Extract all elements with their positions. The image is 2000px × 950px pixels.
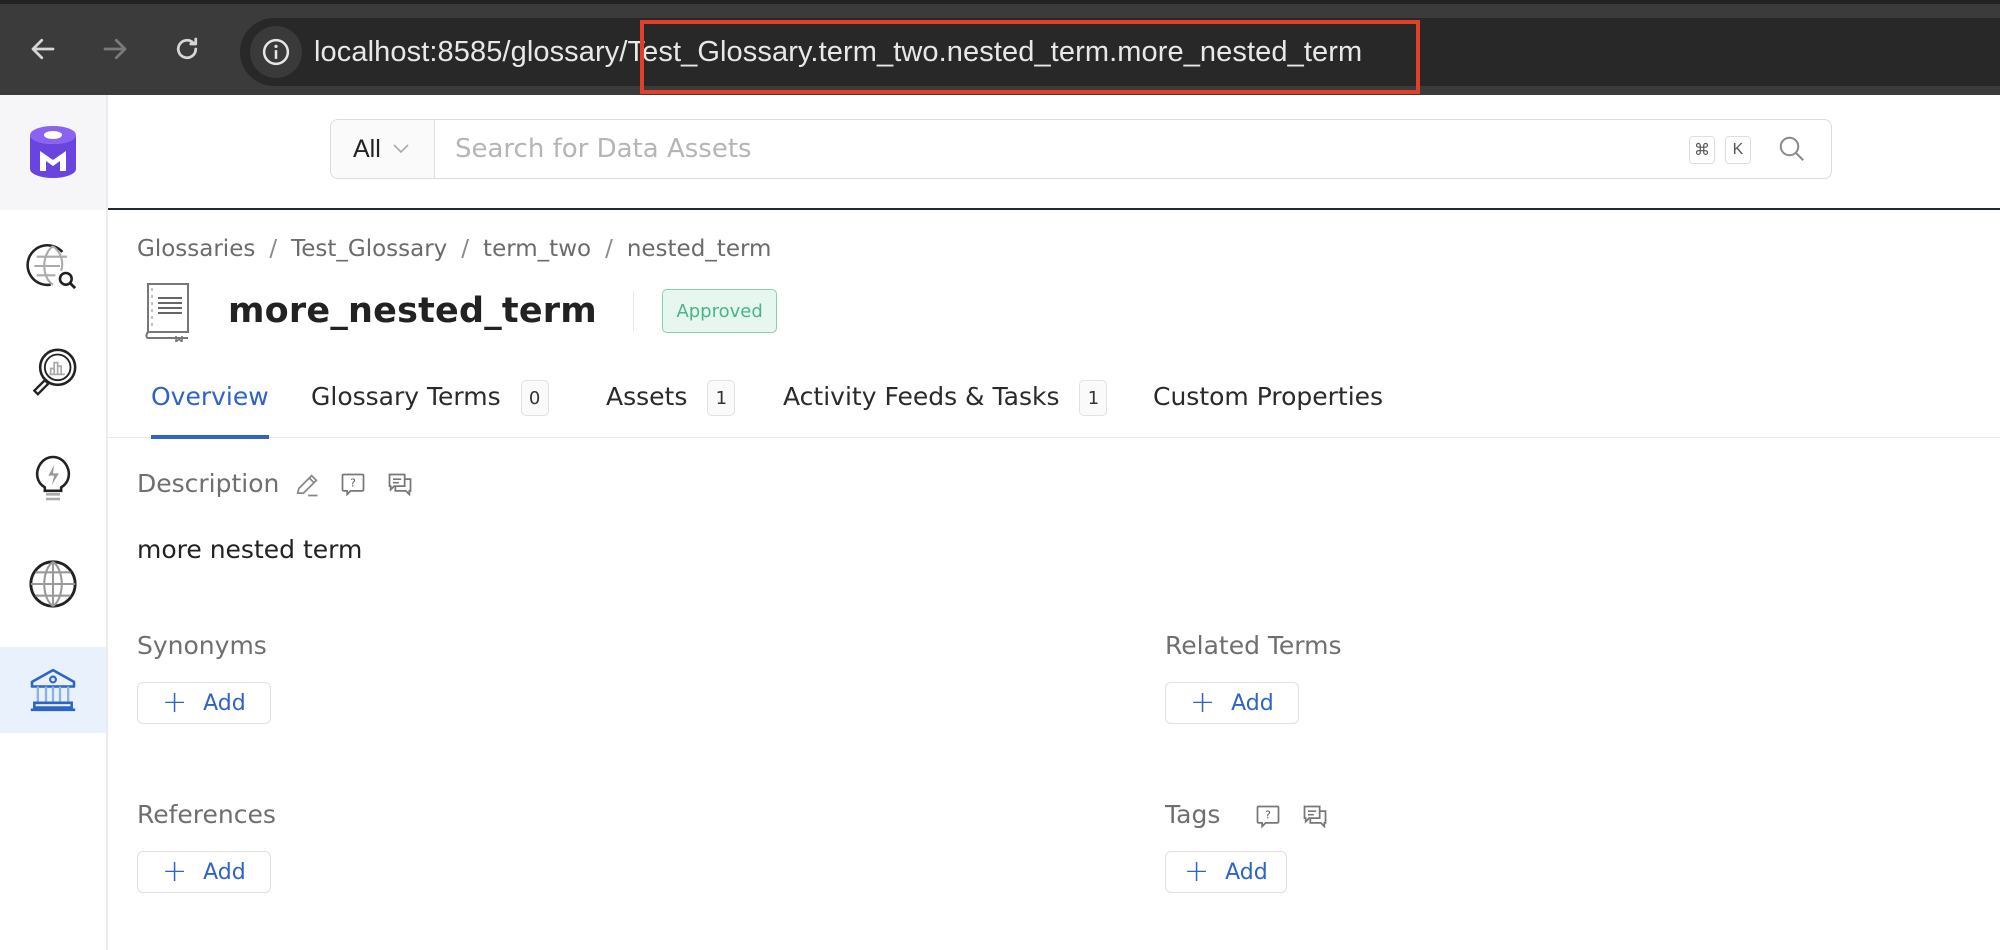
request-description-button[interactable]: ? [338, 470, 368, 500]
chevron-down-icon [393, 144, 409, 154]
add-tag-button[interactable]: + Add [1165, 851, 1287, 893]
left-sidebar [0, 95, 108, 950]
description-text: more nested term [137, 535, 363, 564]
globe-icon [29, 560, 77, 608]
sidebar-item-data-quality[interactable] [0, 329, 106, 415]
breadcrumb-separator: / [461, 236, 470, 262]
app-header: All ⌘ K [108, 95, 2000, 210]
plus-icon: + [162, 854, 188, 889]
add-synonym-button[interactable]: + Add [137, 682, 271, 724]
tab-overview[interactable]: Overview [151, 372, 269, 439]
back-button[interactable] [28, 34, 58, 64]
breadcrumb-separator: / [605, 236, 613, 262]
lightbulb-icon [35, 455, 71, 501]
svg-text:?: ? [1265, 810, 1271, 822]
tab-label: Custom Properties [1153, 382, 1384, 411]
tab-count-badge: 1 [707, 380, 736, 416]
term-header: more_nested_term Approved [142, 278, 777, 344]
tab-activity-feeds[interactable]: Activity Feeds & Tasks 1 [783, 372, 1108, 438]
question-bubble-icon: ? [1256, 805, 1280, 829]
plus-icon: + [1190, 685, 1216, 720]
tags-label: Tags [1165, 800, 1221, 829]
breadcrumb: Glossaries / Test_Glossary / term_two / … [137, 236, 771, 262]
tab-count-badge: 0 [520, 380, 549, 416]
search-button[interactable] [1777, 134, 1807, 169]
add-reference-button[interactable]: + Add [137, 851, 271, 893]
plus-icon: + [1184, 854, 1210, 889]
tab-count-badge: 1 [1079, 380, 1108, 416]
question-bubble-icon: ? [341, 473, 365, 497]
term-tabs: Overview Glossary Terms 0 Assets 1 Activ… [108, 372, 2000, 439]
page-title: more_nested_term [228, 291, 597, 331]
info-icon [262, 38, 290, 66]
url-path: Test_Glossary.term_two.nested_term.more_… [627, 36, 1363, 68]
synonyms-label: Synonyms [137, 631, 267, 660]
comments-icon [1303, 805, 1327, 829]
references-label: References [137, 800, 276, 829]
add-label: Add [1231, 690, 1274, 716]
tab-label: Activity Feeds & Tasks [783, 382, 1060, 411]
browser-toolbar: localhost:8585/glossary/Test_Glossary.te… [0, 0, 2000, 95]
tags-conversation-button[interactable] [1300, 802, 1330, 832]
sidebar-item-domains[interactable] [0, 541, 106, 627]
tab-assets[interactable]: Assets 1 [606, 372, 736, 438]
search-icon [1779, 136, 1804, 161]
sidebar-item-explore[interactable] [0, 223, 106, 309]
add-label: Add [203, 859, 246, 885]
glossary-term-book-icon [145, 283, 189, 342]
url-text[interactable]: localhost:8585/glossary/Test_Glossary.te… [314, 31, 1362, 73]
comments-icon [388, 473, 412, 497]
glossary-term-page: Glossaries / Test_Glossary / term_two / … [108, 212, 2000, 950]
breadcrumb-separator: / [269, 236, 278, 262]
edit-description-button[interactable] [292, 470, 322, 500]
breadcrumb-nested-term[interactable]: nested_term [627, 236, 772, 262]
global-search: All ⌘ K [330, 119, 1832, 179]
description-conversation-button[interactable] [385, 470, 415, 500]
add-related-term-button[interactable]: + Add [1165, 682, 1299, 724]
openmetadata-logo-icon [30, 125, 76, 178]
app-logo[interactable] [0, 95, 106, 210]
svg-text:?: ? [350, 478, 356, 490]
sidebar-item-insights[interactable] [0, 435, 106, 521]
breadcrumb-test-glossary[interactable]: Test_Glossary [291, 236, 447, 262]
arrow-left-icon [31, 38, 55, 60]
tab-label: Assets [606, 382, 688, 411]
forward-button[interactable] [100, 34, 130, 64]
status-badge: Approved [662, 289, 777, 333]
related-terms-label: Related Terms [1165, 631, 1342, 660]
tab-glossary-terms[interactable]: Glossary Terms 0 [311, 372, 549, 438]
search-input[interactable] [435, 120, 1689, 178]
add-label: Add [203, 690, 246, 716]
sidebar-item-governance[interactable] [0, 647, 106, 733]
search-tools: ⌘ K [1689, 120, 1831, 178]
globe-search-icon [26, 244, 77, 290]
breadcrumb-glossaries[interactable]: Glossaries [137, 236, 255, 262]
search-filter-value: All [353, 134, 381, 163]
reload-button[interactable] [172, 34, 202, 64]
tab-custom-properties[interactable]: Custom Properties [1153, 372, 1383, 438]
plus-icon: + [162, 685, 188, 720]
bank-icon [30, 668, 76, 712]
title-divider [632, 291, 635, 331]
tab-label: Overview [151, 382, 269, 411]
reload-icon [176, 37, 198, 60]
url-host: localhost:8585/glossary/ [314, 36, 628, 68]
breadcrumb-term-two[interactable]: term_two [483, 236, 591, 262]
search-filter-select[interactable]: All [331, 120, 435, 178]
magnifier-chart-icon [32, 348, 77, 396]
add-label: Add [1225, 859, 1268, 885]
cmd-key-hint: ⌘ [1689, 136, 1715, 164]
request-tags-button[interactable]: ? [1253, 802, 1283, 832]
description-label: Description [137, 469, 280, 498]
pencil-icon [296, 474, 318, 497]
tab-label: Glossary Terms [311, 382, 501, 411]
k-key-hint: K [1725, 136, 1751, 164]
arrow-right-icon [103, 38, 127, 60]
site-info-button[interactable] [250, 26, 302, 78]
